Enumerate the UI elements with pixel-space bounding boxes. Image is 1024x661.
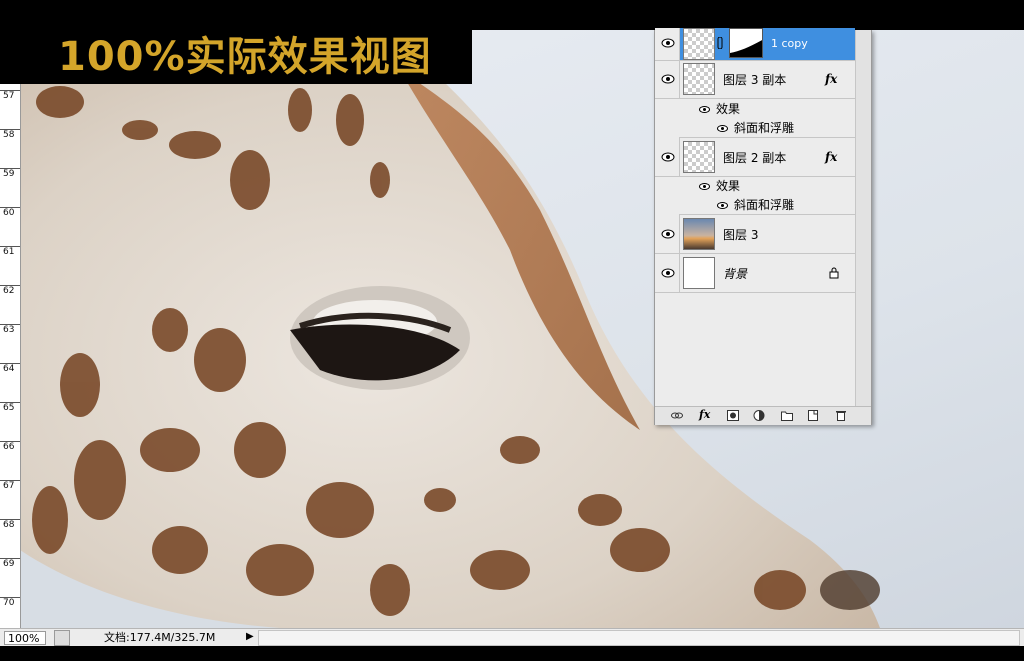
- layer-name: 1 copy: [771, 37, 808, 50]
- effects-row[interactable]: 效果: [699, 179, 740, 193]
- fx-icon[interactable]: fx: [699, 408, 711, 421]
- layers-panel-footer: fx: [655, 406, 871, 425]
- effects-label: 效果: [716, 179, 741, 193]
- trash-icon[interactable]: [835, 410, 847, 421]
- layer-thumbnail: [683, 218, 715, 250]
- layer-thumbnail: [683, 63, 715, 95]
- eye-icon[interactable]: [661, 152, 675, 162]
- layer-row-layer3[interactable]: 图层 3: [655, 215, 855, 254]
- effect-label: 斜面和浮雕: [734, 198, 795, 212]
- giraffe-image: [20, 30, 880, 628]
- document-size-label: 文档:177.4M/325.7M: [104, 631, 216, 644]
- effects-row[interactable]: 效果: [699, 102, 740, 116]
- effect-bevel-row[interactable]: 斜面和浮雕: [717, 121, 794, 135]
- adjustment-icon[interactable]: [753, 410, 765, 421]
- new-layer-icon[interactable]: [807, 410, 819, 421]
- layers-panel: 1 copy 图层 3 副本 fx 效果 斜面和浮雕 图层 2 副本 fx 效果…: [654, 28, 872, 425]
- navigator-button[interactable]: [54, 630, 70, 646]
- top-black-bar: [0, 0, 1024, 30]
- layer-thumbnail: [683, 28, 715, 60]
- layer-name: 背景: [723, 267, 748, 281]
- eye-icon[interactable]: [661, 74, 675, 84]
- layer-row-layer2-copy[interactable]: 图层 2 副本 fx: [655, 138, 855, 177]
- fx-icon[interactable]: fx: [825, 150, 837, 164]
- chain-link-icon: [717, 37, 723, 49]
- fx-icon[interactable]: fx: [825, 72, 837, 86]
- document-canvas[interactable]: [20, 30, 1024, 628]
- eye-icon[interactable]: [661, 268, 675, 278]
- ruler-label: 68: [3, 520, 15, 530]
- layers-scrollbar[interactable]: [855, 30, 871, 410]
- status-menu-arrow-icon[interactable]: ▶: [246, 631, 254, 642]
- vertical-ruler[interactable]: 57 58 59 60 61 62 63 64 65 66 67 68 69 70: [0, 84, 21, 630]
- eye-icon[interactable]: [699, 106, 710, 113]
- eye-icon[interactable]: [661, 38, 675, 48]
- ruler-label: 61: [3, 247, 15, 257]
- layer-row-background[interactable]: 背景: [655, 254, 855, 293]
- ruler-label: 66: [3, 442, 15, 452]
- layer-thumbnail: [683, 141, 715, 173]
- ruler-label: 67: [3, 481, 15, 491]
- eye-icon[interactable]: [717, 125, 728, 132]
- eye-icon[interactable]: [699, 183, 710, 190]
- lock-icon: [829, 267, 839, 279]
- layer-row-1-copy[interactable]: 1 copy: [655, 28, 855, 61]
- ruler-label: 69: [3, 559, 15, 569]
- folder-icon[interactable]: [781, 410, 793, 421]
- ruler-label: 63: [3, 325, 15, 335]
- layer-thumbnail: [683, 257, 715, 289]
- effect-bevel-row[interactable]: 斜面和浮雕: [717, 198, 794, 212]
- ruler-label: 70: [3, 598, 15, 608]
- zoom-input[interactable]: 100%: [4, 631, 46, 645]
- ruler-label: 59: [3, 169, 15, 179]
- horizontal-scrollbar[interactable]: [258, 630, 1020, 646]
- layer-name: 图层 3 副本: [723, 73, 787, 87]
- layer-name: 图层 2 副本: [723, 151, 787, 165]
- ruler-label: 58: [3, 130, 15, 140]
- layer-mask-thumbnail: [729, 28, 763, 58]
- layer-name: 图层 3: [723, 228, 759, 242]
- bottom-black-bar: [0, 646, 1024, 661]
- eye-icon[interactable]: [717, 202, 728, 209]
- ruler-label: 65: [3, 403, 15, 413]
- layer-row-layer3-copy[interactable]: 图层 3 副本 fx: [655, 60, 855, 99]
- banner-title: 100%实际效果视图: [0, 30, 472, 84]
- effect-label: 斜面和浮雕: [734, 121, 795, 135]
- ruler-label: 60: [3, 208, 15, 218]
- ruler-label: 57: [3, 91, 15, 101]
- ruler-label: 64: [3, 364, 15, 374]
- mask-icon[interactable]: [727, 410, 739, 421]
- link-icon[interactable]: [671, 410, 683, 421]
- effects-label: 效果: [716, 102, 741, 116]
- eye-icon[interactable]: [661, 229, 675, 239]
- ruler-label: 62: [3, 286, 15, 296]
- status-bar: 100% 文档:177.4M/325.7M ▶: [0, 628, 1024, 647]
